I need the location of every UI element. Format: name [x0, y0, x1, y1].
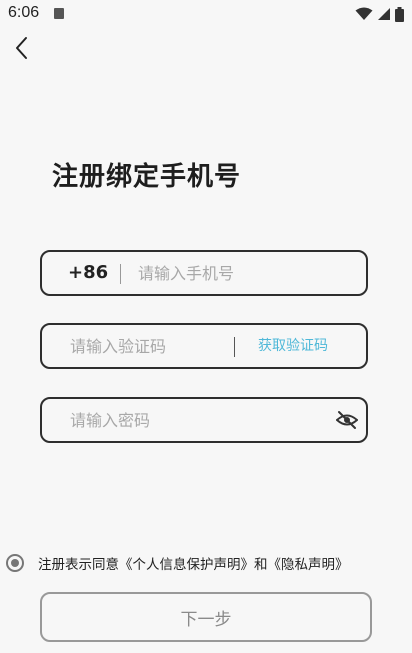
country-code[interactable]: +86 [68, 252, 108, 294]
verification-code-input[interactable] [70, 325, 230, 367]
signal-icon [378, 8, 390, 20]
password-input[interactable] [70, 399, 330, 441]
app-notification-icon [54, 8, 64, 19]
personal-info-link[interactable]: 《个人信息保护声明》 [119, 557, 254, 573]
phone-field: +86 [40, 250, 368, 296]
page-title: 注册绑定手机号 [52, 162, 242, 192]
next-button[interactable]: 下一步 [40, 592, 372, 642]
password-visibility-toggle[interactable] [335, 410, 359, 430]
agreement-joiner: 和 [254, 557, 268, 573]
chevron-left-icon [16, 37, 27, 59]
get-code-button[interactable]: 获取验证码 [258, 325, 328, 367]
privacy-link[interactable]: 《隐私声明》 [268, 557, 349, 573]
verification-code-field: 获取验证码 [40, 323, 368, 369]
agreement-radio[interactable] [6, 554, 24, 572]
eye-off-icon [335, 411, 359, 429]
agreement-row: 注册表示同意《个人信息保护声明》和《隐私声明》 [6, 552, 406, 574]
back-button[interactable] [8, 34, 36, 62]
battery-icon [395, 6, 404, 22]
phone-divider [120, 264, 121, 284]
password-field [40, 397, 368, 443]
wifi-icon [355, 7, 373, 20]
code-divider [234, 337, 235, 357]
phone-input[interactable] [138, 252, 358, 294]
agreement-prefix: 注册表示同意 [38, 557, 119, 573]
agreement-text: 注册表示同意《个人信息保护声明》和《隐私声明》 [38, 553, 349, 573]
status-time: 6:06 [8, 4, 40, 21]
status-icons [355, 6, 404, 22]
status-bar: 6:06 [0, 0, 412, 28]
screen: 6:06 注册绑定手机号 +86 获取验证码 [0, 0, 412, 653]
